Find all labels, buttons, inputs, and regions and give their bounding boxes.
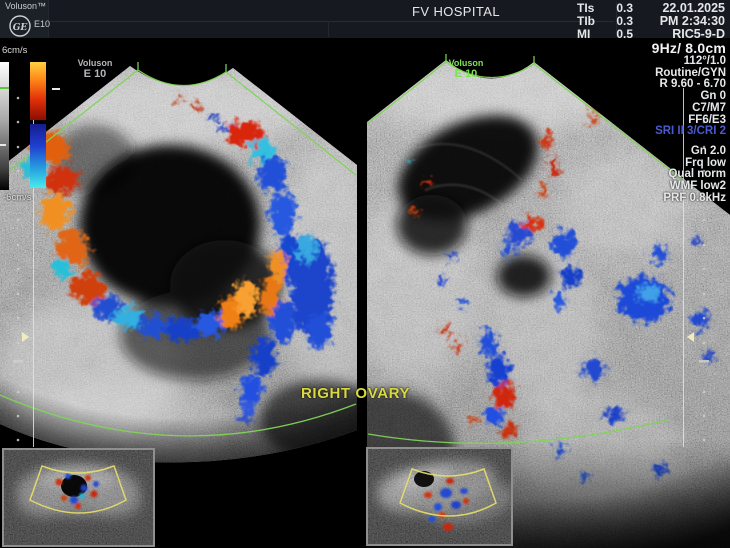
clipboard-thumbnail-1[interactable] bbox=[2, 448, 155, 547]
velocity-scale-max: 6cm/s bbox=[2, 45, 27, 56]
header-divider bbox=[328, 21, 329, 37]
svg-text:GE: GE bbox=[13, 23, 28, 33]
param-contrast-map: C7/M7 bbox=[652, 103, 726, 115]
doppler-prf: PRF 0.8kHz bbox=[652, 193, 726, 205]
datetime-probe: 22.01.2025 PM 2:34:30 RIC5-9-D bbox=[660, 2, 725, 41]
doppler-colorbar-positive bbox=[30, 62, 46, 120]
grayscale-bar bbox=[0, 62, 9, 190]
left-image-watermark: Voluson E 10 bbox=[63, 58, 127, 80]
watermark-line: E 10 bbox=[434, 69, 498, 80]
right-image-watermark-active: Voluson E 10 bbox=[434, 58, 498, 80]
ge-logo-icon: GE bbox=[8, 14, 32, 38]
velocity-scale-min: -6cm/s bbox=[3, 192, 32, 203]
index-label: MI bbox=[577, 28, 590, 41]
doppler-wall-filter: WMF low2 bbox=[652, 181, 726, 193]
thumbnail-1-image bbox=[4, 450, 153, 545]
doppler-colorbar-marker bbox=[52, 88, 60, 90]
framerate-depth: 9Hz/ 8.0cm bbox=[652, 41, 726, 56]
parameter-column: 9Hz/ 8.0cm 112°/1.0 Routine/GYN R 9.60 -… bbox=[652, 41, 726, 204]
probe-name: RIC5-9-D bbox=[660, 28, 725, 41]
header-divider bbox=[50, 21, 614, 22]
doppler-colorbar-negative bbox=[30, 124, 46, 188]
param-angle-zoom: 112°/1.0 bbox=[652, 56, 726, 68]
index-value: 0.5 bbox=[616, 28, 633, 41]
watermark-line: E 10 bbox=[63, 69, 127, 80]
left-ultrasound-image[interactable] bbox=[0, 38, 385, 478]
ultrasound-screen: Voluson™ GE E10 FV HOSPITAL TIs 0.3 TIb … bbox=[0, 0, 730, 548]
brand-name: Voluson™ bbox=[5, 1, 46, 11]
grayscale-marker bbox=[0, 87, 9, 89]
thumbnail-2-image bbox=[368, 449, 511, 544]
brand-model: E10 bbox=[34, 19, 50, 29]
grayscale-marker bbox=[0, 144, 6, 146]
index-row: MI 0.5 bbox=[577, 28, 633, 41]
header-bar: Voluson™ GE E10 FV HOSPITAL TIs 0.3 TIb … bbox=[0, 0, 730, 38]
clipboard-thumbnail-2[interactable] bbox=[366, 447, 513, 546]
annotation-label: RIGHT OVARY bbox=[301, 385, 410, 402]
doppler-gain: Gn 2.0 bbox=[652, 146, 726, 158]
acoustic-indices: TIs 0.3 TIb 0.3 MI 0.5 bbox=[577, 2, 633, 41]
hospital-name: FV HOSPITAL bbox=[380, 4, 532, 19]
param-sri-cri: SRI II 3/CRI 2 bbox=[652, 126, 726, 138]
